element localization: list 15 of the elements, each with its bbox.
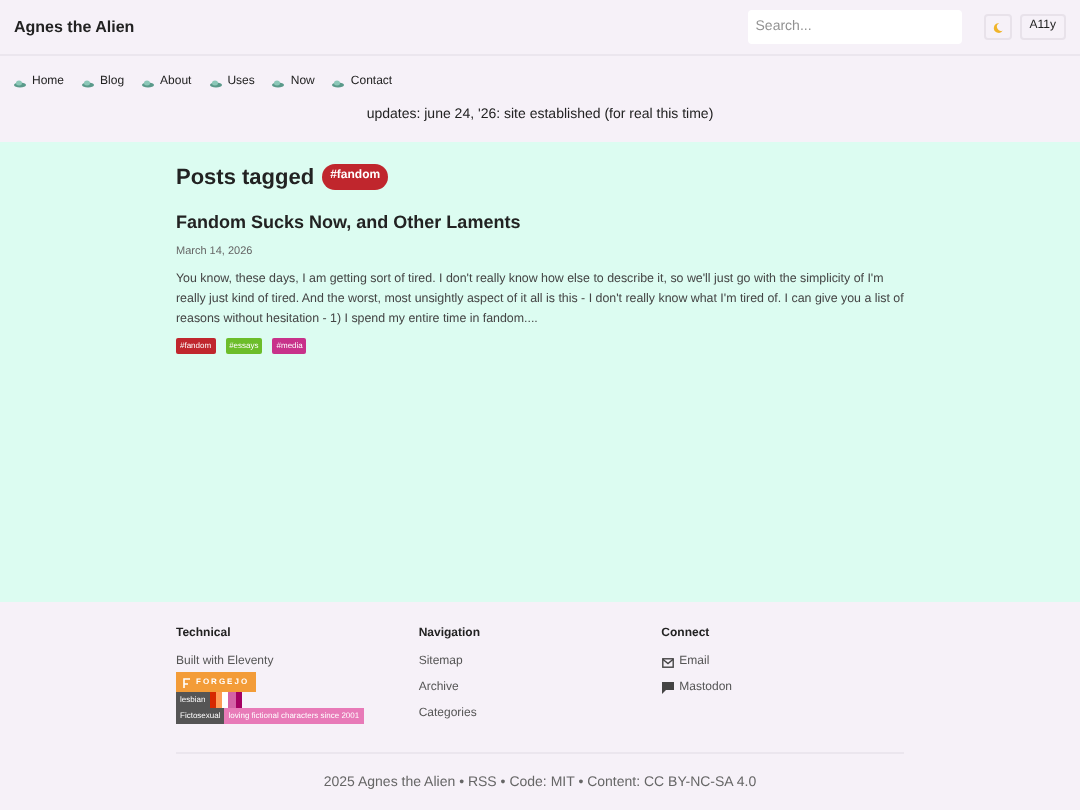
forgejo-icon [182,675,190,687]
post-title[interactable]: Fandom Sucks Now, and Other Laments [176,210,904,237]
ufo-icon [82,79,95,87]
mail-icon [661,657,674,667]
ufo-icon [272,79,285,87]
theme-toggle-button[interactable] [983,14,1012,40]
site-title[interactable]: Agnes the Alien [14,15,135,39]
ufo-icon [14,79,26,87]
chat-icon [661,682,674,694]
lesbian-flag-badge [209,691,242,707]
ufo-icon [142,79,155,87]
moon-icon [991,21,1004,33]
page-heading: Posts tagged [176,163,315,193]
ufo-icon [332,79,345,87]
ufo-icon [209,79,222,87]
